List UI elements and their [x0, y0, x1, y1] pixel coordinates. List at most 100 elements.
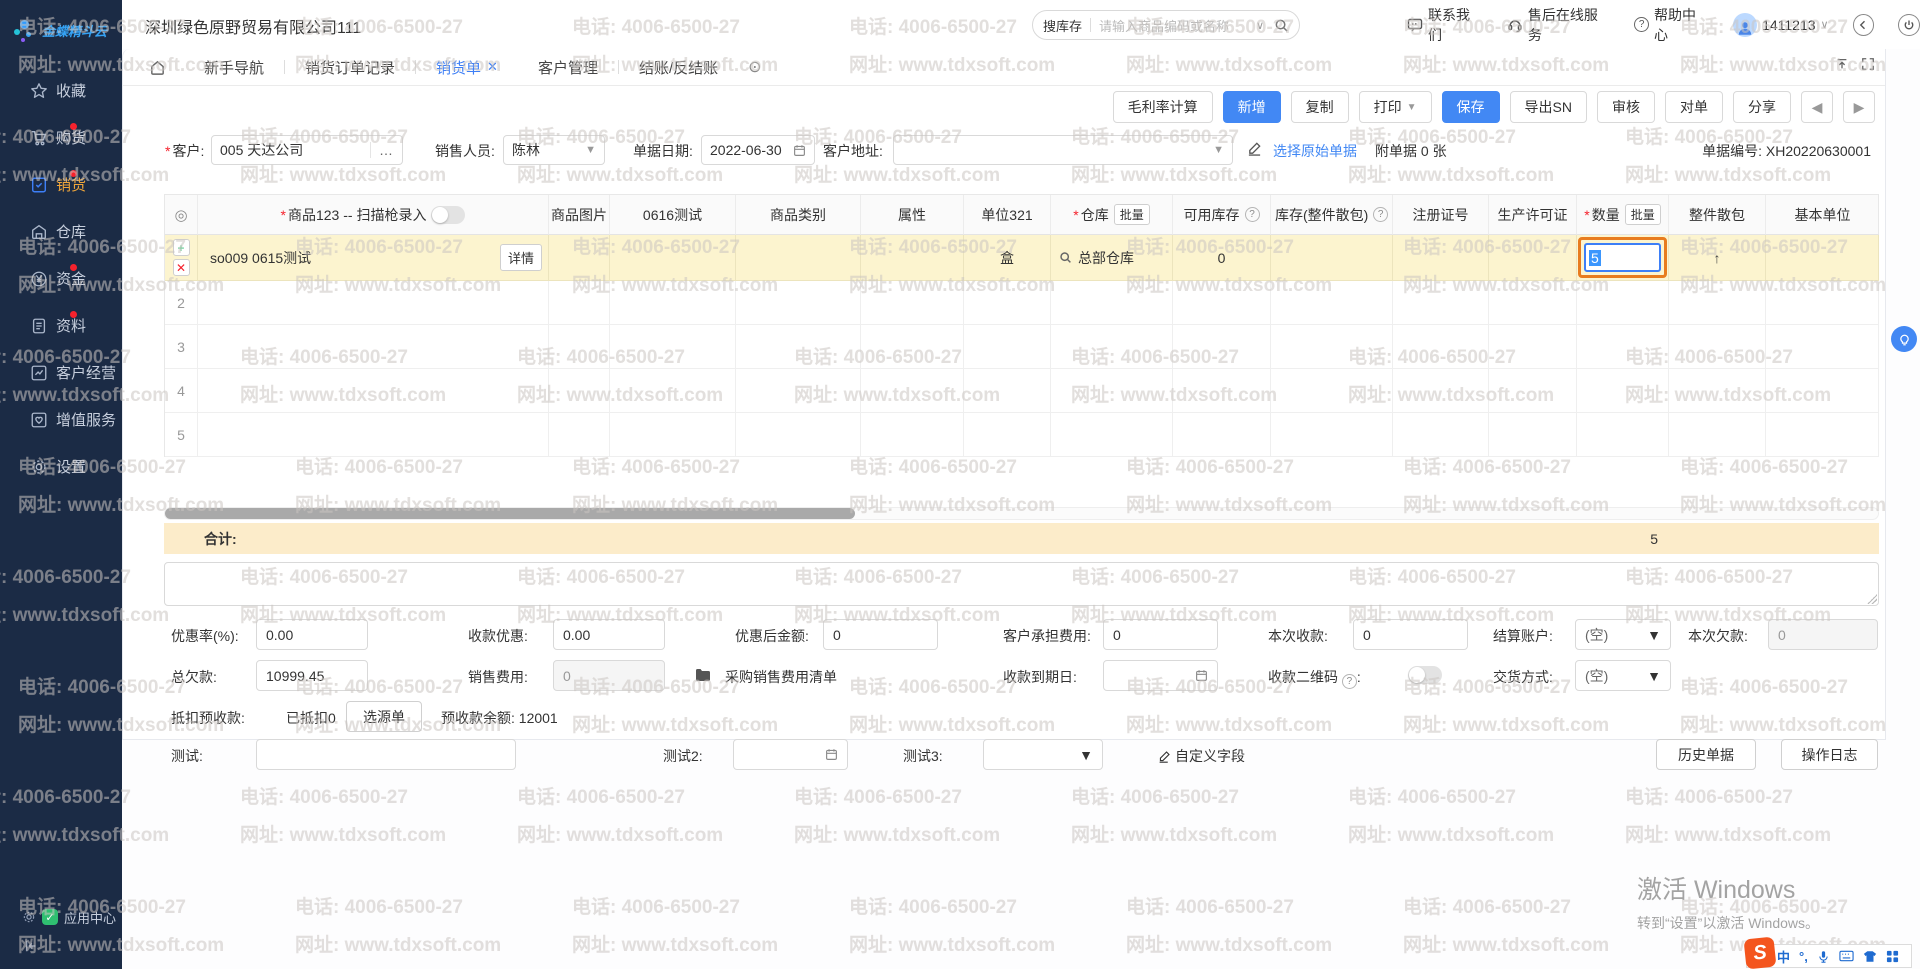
history-docs-button[interactable]: 历史单据	[1656, 739, 1756, 770]
empty-cell[interactable]	[549, 413, 610, 457]
sidebar-item-favorites[interactable]: 收藏	[0, 67, 122, 114]
empty-cell[interactable]	[1489, 281, 1577, 325]
qty-batch-button[interactable]: 批量	[1625, 204, 1661, 225]
due-date-field[interactable]	[1103, 660, 1218, 691]
empty-cell[interactable]	[1173, 413, 1271, 457]
empty-cell[interactable]	[1173, 369, 1271, 413]
qty-input[interactable]: 5	[1584, 243, 1661, 272]
doc-date-field[interactable]: 2022-06-30	[701, 135, 815, 165]
empty-cell[interactable]	[1271, 369, 1393, 413]
customer-fee-field[interactable]: 0	[1103, 619, 1218, 650]
test1-field[interactable]	[256, 739, 516, 770]
empty-cell[interactable]	[1577, 281, 1669, 325]
this-receipt-field[interactable]: 0	[1353, 619, 1468, 650]
empty-cell[interactable]	[1669, 413, 1766, 457]
test3-select[interactable]: ▼	[983, 739, 1103, 770]
choose-source-link[interactable]: 选择原始单据	[1273, 141, 1357, 161]
empty-cell[interactable]	[1577, 369, 1669, 413]
empty-cell[interactable]	[736, 413, 861, 457]
prev-doc-button[interactable]: ◀	[1801, 91, 1833, 123]
empty-cell[interactable]	[736, 281, 861, 325]
license-cell[interactable]	[1489, 235, 1577, 281]
ime-punctuation[interactable]: °,	[1799, 949, 1808, 964]
add-row-button[interactable]: +	[173, 239, 190, 256]
empty-cell[interactable]	[736, 369, 861, 413]
audit-button[interactable]: 审核	[1597, 91, 1655, 123]
empty-cell[interactable]	[610, 369, 736, 413]
customer-address-field[interactable]: ▼	[893, 135, 1233, 165]
qr-toggle[interactable]	[1408, 666, 1442, 684]
collapse-sidebar-icon[interactable]	[24, 939, 38, 953]
detail-button[interactable]: 详情	[500, 244, 542, 271]
sidebar-item-purchase[interactable]: 购货	[0, 114, 122, 161]
empty-cell[interactable]	[1393, 325, 1489, 369]
microphone-icon[interactable]	[1817, 950, 1830, 963]
empty-cell[interactable]	[1766, 325, 1879, 369]
next-doc-button[interactable]: ▶	[1843, 91, 1875, 123]
registration-no-cell[interactable]	[1393, 235, 1489, 281]
chevron-down-icon[interactable]: ∨	[1256, 19, 1264, 32]
empty-cell[interactable]	[1393, 281, 1489, 325]
empty-cell[interactable]	[861, 413, 964, 457]
empty-cell[interactable]	[1577, 325, 1669, 369]
empty-cell[interactable]	[198, 369, 549, 413]
sidebar-item-warehouse[interactable]: 仓库	[0, 208, 122, 255]
empty-cell[interactable]	[198, 281, 549, 325]
delivery-select[interactable]: (空)▼	[1575, 660, 1671, 691]
sidebar-item-value-services[interactable]: 增值服务	[0, 396, 122, 443]
empty-cell[interactable]	[861, 281, 964, 325]
tab-sales-order-records[interactable]: 销货订单记录	[285, 49, 415, 85]
soft-keyboard-icon[interactable]	[1839, 950, 1854, 962]
horizontal-scrollbar[interactable]	[164, 507, 1879, 520]
match-button[interactable]: 对单	[1665, 91, 1723, 123]
tab-list-icon[interactable]: ⊙	[748, 57, 761, 77]
empty-cell[interactable]	[1766, 369, 1879, 413]
app-logo[interactable]: 金蝶精斗云	[0, 0, 122, 49]
attribute-cell[interactable]	[861, 235, 964, 281]
warehouse-cell[interactable]: 总部仓库	[1051, 235, 1173, 281]
discount-rate-field[interactable]: 0.00	[256, 619, 368, 650]
empty-cell[interactable]	[964, 281, 1051, 325]
empty-cell[interactable]	[1766, 281, 1879, 325]
sidebar-item-data[interactable]: 资料	[0, 302, 122, 349]
after-discount-field[interactable]: 0	[823, 619, 938, 650]
total-arrears-field[interactable]: 10999.45	[256, 660, 368, 691]
delete-row-button[interactable]: ✕	[173, 259, 190, 276]
app-center-item[interactable]: ✓ 应用中心	[0, 903, 122, 931]
fullscreen-icon[interactable]	[1861, 57, 1875, 71]
test2-field[interactable]	[733, 739, 848, 770]
move-up-icon[interactable]: ↑	[1669, 235, 1766, 281]
tab-closing[interactable]: 结账/反结账	[619, 49, 738, 85]
assistant-bulb-button[interactable]	[1891, 326, 1917, 352]
empty-cell[interactable]	[1393, 369, 1489, 413]
unit-cell[interactable]: 盒	[964, 235, 1051, 281]
empty-cell[interactable]	[1489, 413, 1577, 457]
copy-button[interactable]: 复制	[1291, 91, 1349, 123]
tab-newbie-guide[interactable]: 新手导航	[184, 49, 284, 85]
inventory-search[interactable]: 搜库存 请输入商品编码或名称 ∨	[1032, 10, 1300, 40]
ime-toolbar[interactable]: S 中 °,	[1746, 944, 1912, 968]
empty-cell[interactable]	[1489, 325, 1577, 369]
sidebar-item-sales[interactable]: 销货	[0, 161, 122, 208]
lookup-icon[interactable]: …	[370, 142, 394, 158]
image-cell[interactable]	[549, 235, 610, 281]
toolbox-grid-icon[interactable]	[1886, 950, 1899, 963]
tab-sales-invoice[interactable]: 销货单✕	[416, 49, 518, 85]
edit-pencil-icon[interactable]	[1247, 141, 1262, 156]
sogou-logo-icon[interactable]: S	[1744, 937, 1777, 969]
empty-cell[interactable]	[1669, 369, 1766, 413]
collect-discount-field[interactable]: 0.00	[553, 619, 665, 650]
category-cell[interactable]	[736, 235, 861, 281]
empty-cell[interactable]	[964, 413, 1051, 457]
empty-cell[interactable]	[1766, 413, 1879, 457]
empty-cell[interactable]	[549, 281, 610, 325]
fee-list-link[interactable]: 采购销售费用清单	[725, 667, 837, 687]
empty-cell[interactable]	[1051, 413, 1173, 457]
empty-cell[interactable]	[1271, 325, 1393, 369]
resize-grip[interactable]	[1867, 594, 1877, 604]
empty-cell[interactable]	[964, 325, 1051, 369]
settle-account-select[interactable]: (空)▼	[1575, 619, 1671, 650]
search-category[interactable]: 搜库存	[1043, 16, 1082, 35]
customer-field[interactable]: 005 天达公司 …	[211, 135, 403, 165]
scan-toggle[interactable]	[431, 206, 465, 224]
